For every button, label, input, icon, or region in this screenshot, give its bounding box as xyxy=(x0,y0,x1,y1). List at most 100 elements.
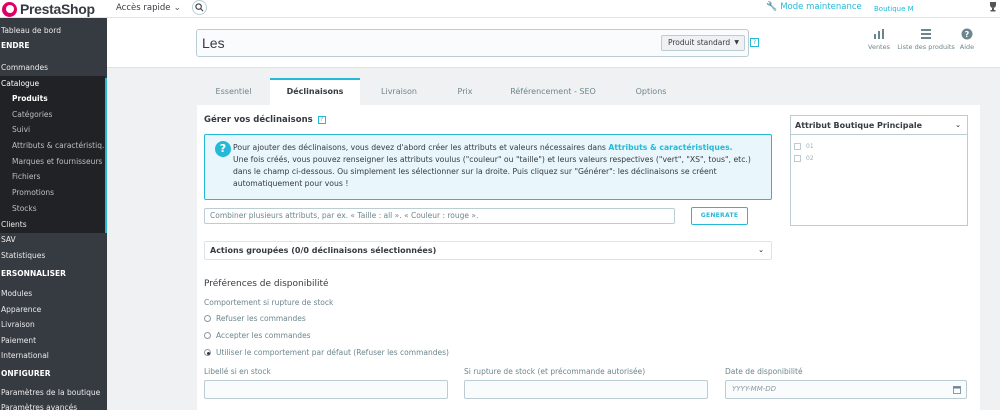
combinations-title: Gérer vos déclinaisons ? xyxy=(204,115,326,125)
info-alert: ? Pour ajouter des déclinaisons, vous de… xyxy=(204,134,772,200)
tab-seo[interactable]: Référencement - SEO xyxy=(492,78,614,105)
sidebar-section-sell: ENDRE xyxy=(1,41,30,50)
search-icon xyxy=(195,3,204,12)
product-name-value: Les xyxy=(202,35,225,51)
help-circle-icon: ? xyxy=(961,28,973,40)
availability-title: Préférences de disponibilité xyxy=(204,279,329,289)
tab-pricing[interactable]: Prix xyxy=(438,78,492,105)
quick-access-dropdown[interactable]: Accès rapide ⌄ xyxy=(116,3,181,13)
chevron-down-icon: ⌄ xyxy=(173,3,182,13)
quick-access-label: Accès rapide xyxy=(116,3,171,13)
sidebar-item-customers[interactable]: Clients xyxy=(0,217,107,232)
in-stock-label: Libellé si en stock xyxy=(204,367,271,376)
trophy-icon[interactable] xyxy=(988,1,998,16)
info-text-part1: Pour ajouter des déclinaisons, vous deve… xyxy=(233,143,606,152)
logo-text: PrestaShop xyxy=(20,1,95,17)
checkbox[interactable] xyxy=(794,143,801,150)
date-placeholder: YYYY-MM-DD xyxy=(732,385,777,393)
tab-options[interactable]: Options xyxy=(614,78,688,105)
out-of-stock-label: Comportement si rupture de stock xyxy=(204,298,334,307)
active-indicator xyxy=(105,78,107,233)
sidebar-nav: Tableau de bord ENDRE Commandes Catalogu… xyxy=(0,18,107,410)
radio-allow-label: Accepter les commandes xyxy=(216,331,311,340)
prestashop-logo[interactable]: PrestaShop xyxy=(2,1,95,17)
product-type-value: Produit standard xyxy=(668,38,731,47)
list-icon xyxy=(921,29,931,39)
sidebar-item-promotions[interactable]: Promotions xyxy=(0,185,105,200)
radio-button[interactable] xyxy=(204,332,211,339)
checkbox[interactable] xyxy=(794,155,801,162)
caret-down-icon: ▼ xyxy=(734,39,739,46)
product-list-button[interactable]: Liste des produits xyxy=(896,28,956,51)
sidebar-item-modules[interactable]: Modules xyxy=(0,286,107,301)
sidebar-section-configure: ONFIGURER xyxy=(1,369,51,378)
help-label: Aide xyxy=(959,43,975,51)
sales-button[interactable]: Ventes xyxy=(864,28,894,51)
shop-selector[interactable]: Boutique M xyxy=(874,5,914,13)
wrench-icon: 🔧 xyxy=(766,2,778,12)
generate-button[interactable]: GENERATE xyxy=(691,207,748,225)
attribute-panel-header[interactable]: Attribut Boutique Principale ⌄ xyxy=(791,116,967,135)
sidebar-item-international[interactable]: International xyxy=(0,348,107,363)
product-type-select[interactable]: Produit standard ▼ xyxy=(661,35,745,51)
info-text: Pour ajouter des déclinaisons, vous deve… xyxy=(233,142,768,190)
sales-label: Ventes xyxy=(868,43,890,51)
attribute-option-label: 02 xyxy=(806,155,814,162)
maintenance-label: Mode maintenance xyxy=(780,2,862,12)
sidebar-item-catalogue[interactable]: Catalogue xyxy=(0,76,105,91)
help-button[interactable]: ? Aide xyxy=(957,28,977,51)
search-button[interactable] xyxy=(192,0,207,15)
product-type-help-icon[interactable]: ? xyxy=(750,38,759,47)
bulk-actions-label: Actions groupées (0/0 déclinaisons sélec… xyxy=(210,246,437,255)
attributes-link[interactable]: Attributs & caractéristiques. xyxy=(608,143,732,152)
radio-button-selected[interactable] xyxy=(204,349,211,356)
sidebar-item-products[interactable]: Produits xyxy=(0,91,105,106)
maintenance-link[interactable]: 🔧 Mode maintenance xyxy=(766,2,862,12)
question-circle-icon: ? xyxy=(215,141,231,157)
top-bar: PrestaShop Accès rapide ⌄ 🔧 Mode mainten… xyxy=(0,0,1000,18)
chevron-down-icon: ⌄ xyxy=(758,246,764,254)
tab-shipping[interactable]: Livraison xyxy=(360,78,438,105)
sidebar-item-dashboard[interactable]: Tableau de bord xyxy=(0,23,107,38)
availability-date-label: Date de disponibilité xyxy=(725,367,803,376)
sidebar-item-statistics[interactable]: Statistiques xyxy=(0,248,107,263)
calendar-icon[interactable] xyxy=(953,385,961,394)
sidebar-item-appearance[interactable]: Apparence xyxy=(0,302,107,317)
sidebar-item-orders[interactable]: Commandes xyxy=(0,60,107,75)
attribute-option[interactable]: 02 xyxy=(794,155,814,162)
tab-combinations[interactable]: Déclinaisons xyxy=(270,78,360,105)
sidebar-item-files[interactable]: Fichiers xyxy=(0,169,105,184)
chevron-down-icon: ⌄ xyxy=(955,121,961,129)
attribute-option[interactable]: 01 xyxy=(794,143,814,150)
sidebar-item-shop-params[interactable]: Paramètres de la boutique xyxy=(0,385,107,400)
sidebar-item-advanced-params[interactable]: Paramètres avancés xyxy=(0,400,107,410)
in-stock-text-input[interactable] xyxy=(204,380,448,399)
attribute-panel: Attribut Boutique Principale ⌄ 01 02 xyxy=(790,115,968,226)
puffin-logo-icon xyxy=(2,1,17,17)
sidebar-item-brands[interactable]: Marques et fournisseurs xyxy=(0,154,105,169)
combinations-help-icon[interactable]: ? xyxy=(317,115,326,124)
sidebar-item-shipping[interactable]: Livraison xyxy=(0,317,107,332)
radio-deny-orders[interactable]: Refuser les commandes xyxy=(204,314,306,323)
bulk-actions-dropdown[interactable]: Actions groupées (0/0 déclinaisons sélec… xyxy=(204,241,772,260)
product-header: Les Produit standard ▼ ? Ventes Liste de… xyxy=(107,18,1000,68)
sidebar-item-attributes[interactable]: Attributs & caractéristiq... xyxy=(0,138,105,153)
attribute-panel-title: Attribut Boutique Principale xyxy=(795,121,923,130)
sidebar-item-stocks[interactable]: Stocks xyxy=(0,201,105,216)
product-list-label: Liste des produits xyxy=(897,43,955,51)
sidebar-section-customize: ERSONNALISER xyxy=(1,269,66,278)
backorder-label: Si rupture de stock (et précommande auto… xyxy=(464,367,646,376)
tab-essential[interactable]: Essentiel xyxy=(197,78,270,105)
availability-date-input[interactable]: YYYY-MM-DD xyxy=(725,380,967,399)
radio-button[interactable] xyxy=(204,315,211,322)
backorder-text-input[interactable] xyxy=(464,380,708,399)
sidebar-item-sav[interactable]: SAV xyxy=(0,232,107,247)
sidebar-item-payment[interactable]: Paiement xyxy=(0,333,107,348)
radio-default-behavior[interactable]: Utiliser le comportement par défaut (Ref… xyxy=(204,348,449,357)
radio-allow-orders[interactable]: Accepter les commandes xyxy=(204,331,311,340)
sidebar-item-categories[interactable]: Catégories xyxy=(0,107,105,122)
sidebar-item-tracking[interactable]: Suivi xyxy=(0,122,105,137)
combine-attributes-input[interactable]: Combiner plusieurs attributs, par ex. « … xyxy=(204,208,675,224)
svg-text:?: ? xyxy=(965,30,970,39)
combinations-title-text: Gérer vos déclinaisons xyxy=(204,115,313,125)
